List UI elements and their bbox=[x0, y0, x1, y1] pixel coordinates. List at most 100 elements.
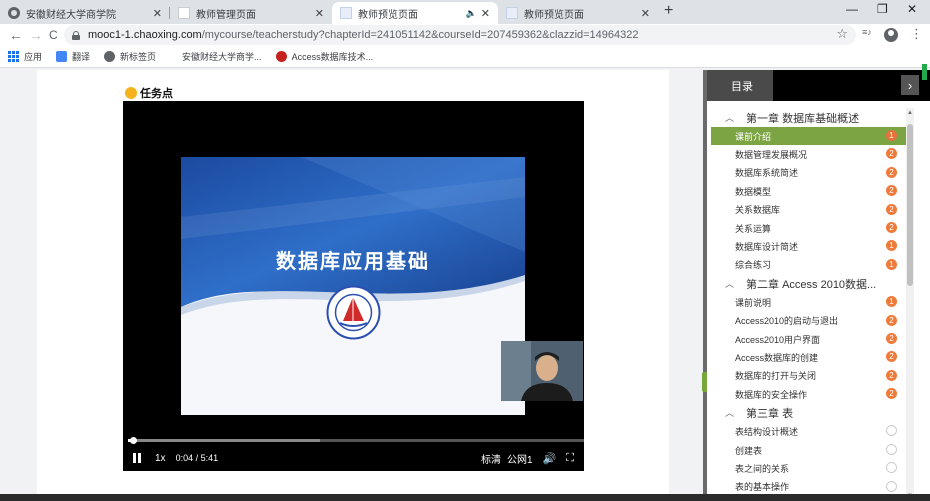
lesson-title: 关系运算 bbox=[735, 223, 772, 234]
player-controls: 1x 0:04 / 5:41 标清 公网1 🔊 ⛶ bbox=[123, 445, 584, 471]
playback-speed[interactable]: 1x bbox=[155, 453, 166, 464]
toc-lesson[interactable]: 关系数据库 2 bbox=[711, 201, 907, 219]
globe-icon bbox=[8, 7, 20, 19]
chevron-up-icon[interactable]: ︿ bbox=[725, 406, 734, 419]
chapter-title: 第一章 数据库基础概述 bbox=[746, 112, 860, 125]
task-count-badge: 2 bbox=[886, 388, 897, 400]
toc-lesson[interactable]: 数据库设计简述 1 bbox=[711, 237, 907, 255]
toc-chapter[interactable]: ︿ 第一章 数据库基础概述 bbox=[711, 108, 907, 127]
scroll-thumb[interactable] bbox=[907, 124, 913, 286]
task-count-badge: 1 bbox=[886, 296, 897, 308]
task-count-badge: 2 bbox=[886, 185, 897, 197]
minimize-button[interactable]: — bbox=[846, 2, 858, 16]
lesson-title: 数据管理发展概况 bbox=[735, 150, 808, 161]
bookmark-label: 应用 bbox=[24, 52, 43, 62]
address-bar[interactable]: mooc1-1.chaoxing.com /mycourse/teacherst… bbox=[64, 25, 856, 45]
lesson-title: 表之间的关系 bbox=[735, 463, 790, 474]
toc-lesson[interactable]: 数据管理发展概况 2 bbox=[711, 145, 907, 163]
media-control-icon[interactable]: ≡♪ bbox=[862, 27, 872, 37]
bookmarks-bar: 应用 翻译 新标签页 安徽财经大学商学... Access数据库技术... bbox=[0, 46, 930, 68]
speaker-icon[interactable]: 🔈 bbox=[466, 8, 477, 19]
lesson-title: 表结构设计概述 bbox=[735, 427, 799, 438]
task-count-badge: 2 bbox=[886, 203, 897, 215]
restore-button[interactable]: ❐ bbox=[877, 2, 888, 16]
task-count-badge: 2 bbox=[886, 351, 897, 363]
fullscreen-icon[interactable]: ⛶ bbox=[566, 452, 574, 465]
quality-selector[interactable]: 标清 bbox=[481, 451, 501, 466]
reload-button[interactable]: C bbox=[49, 26, 58, 44]
task-point-label: 任务点 bbox=[140, 88, 173, 100]
video-player[interactable]: 数据库应用基础 1x 0:04 / 5:41 标清 公网1 🔊 ⛶ bbox=[123, 101, 584, 471]
task-dot-icon bbox=[125, 87, 137, 99]
close-icon[interactable]: ✕ bbox=[481, 7, 490, 20]
slide-title: 数据库应用基础 bbox=[276, 251, 430, 273]
back-button[interactable]: ← bbox=[9, 26, 23, 44]
chevron-up-icon[interactable]: ︿ bbox=[725, 277, 734, 290]
toc-chapter[interactable]: ︿ 第二章 Access 2010数据... bbox=[711, 274, 907, 293]
toc-lesson[interactable]: 关系运算 2 bbox=[711, 219, 907, 237]
toc-tab[interactable]: 目录 bbox=[707, 70, 773, 101]
task-count-badge: 1 bbox=[886, 258, 897, 270]
toc-lesson[interactable]: Access2010的启动与退出 2 bbox=[711, 312, 907, 330]
time-display: 0:04 / 5:41 bbox=[176, 453, 219, 463]
toc-lesson[interactable]: Access数据库的创建 2 bbox=[711, 348, 907, 366]
taskbar bbox=[0, 494, 930, 501]
bookmark-apps[interactable]: 应用 bbox=[8, 50, 42, 63]
bookmark-new-tab[interactable]: 新标签页 bbox=[104, 50, 156, 63]
scroll-up-icon[interactable]: ▲ bbox=[906, 110, 914, 116]
toc-lesson[interactable]: 数据库的打开与关闭 2 bbox=[711, 367, 907, 385]
forward-button[interactable]: → bbox=[29, 26, 43, 44]
toc-lesson[interactable]: 课前说明 1 bbox=[711, 293, 907, 311]
toc-lesson[interactable]: 表之间的关系 bbox=[711, 459, 907, 477]
url-host: mooc1-1.chaoxing.com bbox=[88, 29, 202, 41]
tab-0[interactable]: 安徽财经大学商学院 ✕ bbox=[0, 2, 170, 24]
bookmark-label: 安徽财经大学商学... bbox=[182, 52, 262, 62]
tab-2[interactable]: 教师预览页面 🔈 ✕ bbox=[332, 2, 498, 24]
page-icon bbox=[178, 7, 190, 19]
course-content: 任务点 数据库应用基础 1x 0:04 / 5:41 标清 公网1 🔊 ⛶ bbox=[37, 70, 669, 501]
toc-lesson[interactable]: Access2010用户界面 2 bbox=[711, 330, 907, 348]
chevron-right-icon[interactable]: › bbox=[901, 75, 919, 95]
close-icon[interactable]: ✕ bbox=[315, 7, 324, 20]
toc-lesson[interactable]: 创建表 bbox=[711, 441, 907, 459]
lesson-title: 数据库设计简述 bbox=[735, 242, 799, 253]
close-icon[interactable]: ✕ bbox=[153, 7, 162, 20]
window-close-button[interactable]: ✕ bbox=[907, 2, 917, 16]
close-icon[interactable]: ✕ bbox=[641, 7, 650, 20]
star-icon[interactable]: ☆ bbox=[836, 26, 848, 42]
lesson-title: 综合练习 bbox=[735, 260, 772, 271]
toc-lesson[interactable]: 表结构设计概述 bbox=[711, 422, 907, 440]
url-path: /mycourse/teacherstudy?chapterId=2410511… bbox=[201, 29, 639, 41]
toc-lesson[interactable]: 综合练习 1 bbox=[711, 256, 907, 274]
toc-chapter[interactable]: ︿ 第三章 表 bbox=[711, 403, 907, 422]
toc-lesson[interactable]: 数据库的安全操作 2 bbox=[711, 385, 907, 403]
toc-lesson[interactable]: 课前介绍 1 bbox=[711, 127, 907, 146]
tab-title: 教师预览页面 bbox=[358, 9, 418, 21]
chevron-up-icon[interactable]: ︿ bbox=[725, 111, 734, 124]
tab-1[interactable]: 教师管理页面 ✕ bbox=[170, 2, 332, 24]
lesson-title: Access数据库的创建 bbox=[735, 352, 819, 363]
task-count-badge: 1 bbox=[886, 240, 897, 252]
toc-lesson[interactable]: 数据模型 2 bbox=[711, 182, 907, 200]
bookmark-translate[interactable]: 翻译 bbox=[56, 50, 90, 63]
bookmark-label: 新标签页 bbox=[120, 52, 157, 62]
tab-title: 教师管理页面 bbox=[196, 9, 256, 21]
line-selector[interactable]: 公网1 bbox=[507, 451, 533, 466]
lesson-title: 课前说明 bbox=[735, 297, 772, 308]
pause-icon[interactable] bbox=[133, 453, 141, 463]
profile-icon[interactable] bbox=[884, 28, 898, 42]
globe-icon bbox=[104, 51, 116, 62]
tab-3[interactable]: 教师预览页面 ✕ bbox=[498, 2, 658, 24]
toc-lesson[interactable]: 数据库系统简述 2 bbox=[711, 164, 907, 182]
menu-icon[interactable]: ⋮ bbox=[910, 26, 923, 42]
bookmark-school[interactable]: 安徽财经大学商学... bbox=[182, 50, 262, 63]
seek-handle[interactable] bbox=[130, 437, 138, 444]
bookmark-access[interactable]: Access数据库技术... bbox=[275, 50, 373, 63]
access-icon bbox=[275, 51, 287, 62]
volume-icon[interactable]: 🔊 bbox=[543, 452, 557, 465]
task-count-badge bbox=[886, 480, 897, 492]
lesson-title: Access2010的启动与退出 bbox=[735, 316, 839, 327]
translate-icon bbox=[56, 51, 68, 62]
toc-scrollbar[interactable]: ▲ ▼ bbox=[906, 108, 914, 501]
new-tab-button[interactable]: + bbox=[664, 2, 673, 20]
